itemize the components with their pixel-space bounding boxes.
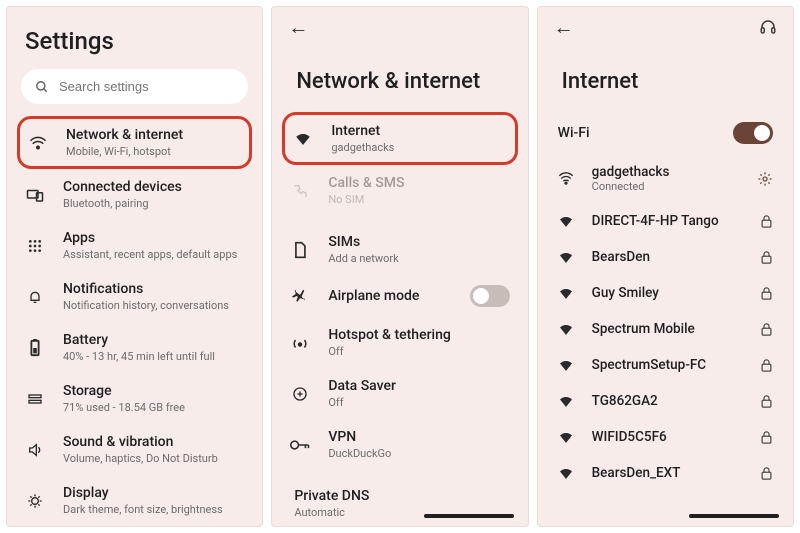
wifi-network-item[interactable]: Spectrum Mobile: [538, 311, 793, 347]
lock-icon: [760, 250, 773, 265]
lock-icon: [760, 214, 773, 229]
network-item-private-dns[interactable]: Private DNS Automatic: [272, 478, 527, 519]
settings-item-connected-devices[interactable]: Connected devices Bluetooth, pairing: [7, 169, 262, 220]
network-item-calls-sms: Calls & SMS No SIM: [272, 165, 527, 216]
network-item-vpn[interactable]: VPN DuckDuckGo: [272, 419, 527, 470]
adaptive-connectivity[interactable]: Adaptive connectivity: [272, 519, 527, 527]
wifi-network-list: DIRECT-4F-HP Tango BearsDen Guy Smiley Spec…: [538, 203, 793, 491]
gear-icon[interactable]: [757, 171, 773, 187]
apps-icon: [25, 238, 45, 254]
lock-icon: [760, 394, 773, 409]
wifi-icon: [558, 323, 576, 336]
lock-icon: [760, 286, 773, 301]
network-item-hotspot[interactable]: Hotspot & tethering Off: [272, 317, 527, 368]
wifi-network-item[interactable]: TG862GA2: [538, 383, 793, 419]
page-title: Settings: [7, 7, 262, 69]
wifi-icon: [558, 251, 576, 264]
wifi-network-name: DIRECT-4F-HP Tango: [592, 213, 719, 229]
wifi-network-name: SpectrumSetup-FC: [592, 357, 706, 373]
wifi-icon: [28, 136, 48, 150]
wifi-network-item[interactable]: SpectrumSetup-FC: [538, 347, 793, 383]
search-icon: [35, 80, 49, 94]
battery-icon: [25, 339, 45, 357]
search-input[interactable]: [59, 79, 234, 94]
wifi-icon: [558, 172, 576, 185]
settings-item-notifications[interactable]: Notifications Notification history, conv…: [7, 271, 262, 322]
network-item-airplane[interactable]: Airplane mode: [272, 275, 527, 317]
wifi-icon: [558, 359, 576, 372]
lock-icon: [760, 358, 773, 373]
devices-icon: [25, 188, 45, 202]
wifi-network-item[interactable]: DIRECT-4F-HP Tango: [538, 203, 793, 239]
back-button[interactable]: ←: [288, 15, 308, 40]
hotspot-icon: [290, 335, 310, 351]
wifi-network-item[interactable]: BearsDen_EXT: [538, 455, 793, 491]
phone-icon: [290, 183, 310, 199]
bell-icon: [25, 289, 45, 305]
scrollbar[interactable]: [689, 514, 779, 518]
airplane-icon: [290, 287, 310, 305]
settings-item-apps[interactable]: Apps Assistant, recent apps, default app…: [7, 220, 262, 271]
search-box[interactable]: [21, 69, 248, 104]
network-item-data-saver[interactable]: Data Saver Off: [272, 368, 527, 419]
wifi-network-name: Spectrum Mobile: [592, 321, 695, 337]
wifi-network-item[interactable]: BearsDen: [538, 239, 793, 275]
data-saver-icon: [290, 386, 310, 402]
wifi-network-name: TG862GA2: [592, 393, 658, 409]
lock-icon: [760, 466, 773, 481]
wifi-network-name: BearsDen_EXT: [592, 465, 681, 481]
wifi-master-toggle-row[interactable]: Wi-Fi: [538, 112, 793, 154]
sim-icon: [290, 241, 310, 259]
settings-item-storage[interactable]: Storage 71% used - 18.54 GB free: [7, 373, 262, 424]
airplane-toggle[interactable]: [470, 285, 510, 307]
display-icon: [25, 493, 45, 509]
item-title: Network & internet: [66, 127, 183, 143]
internet-pane: ← Internet Wi-Fi gadgethacks Connected D…: [537, 6, 794, 527]
back-button[interactable]: ←: [554, 15, 574, 40]
lock-icon: [760, 322, 773, 337]
wifi-network-name: WIFID5C5F6: [592, 429, 667, 445]
network-item-internet[interactable]: Internet gadgethacks: [282, 112, 517, 165]
wifi-network-name: BearsDen: [592, 249, 650, 265]
wifi-network-item[interactable]: WIFID5C5F6: [538, 419, 793, 455]
wifi-network-name: Guy Smiley: [592, 285, 659, 301]
network-item-sims[interactable]: SIMs Add a network: [272, 224, 527, 275]
wifi-icon: [558, 215, 576, 228]
wifi-icon: [558, 431, 576, 444]
page-title: Network & internet: [272, 47, 527, 112]
item-sub: Mobile, Wi-Fi, hotspot: [66, 145, 183, 158]
settings-item-battery[interactable]: Battery 40% - 13 hr, 45 min left until f…: [7, 322, 262, 373]
settings-item-display[interactable]: Display Dark theme, font size, brightnes…: [7, 475, 262, 526]
wifi-toggle[interactable]: [733, 122, 773, 144]
sound-icon: [25, 442, 45, 458]
help-icon[interactable]: [759, 18, 777, 36]
scrollbar[interactable]: [424, 514, 514, 518]
wifi-icon: [558, 287, 576, 300]
vpn-icon: [290, 439, 310, 451]
storage-icon: [25, 392, 45, 406]
page-title: Internet: [538, 47, 793, 112]
lock-icon: [760, 430, 773, 445]
wifi-icon: [558, 467, 576, 480]
wifi-icon: [558, 395, 576, 408]
settings-item-network[interactable]: Network & internet Mobile, Wi-Fi, hotspo…: [17, 116, 252, 169]
wifi-connected-network[interactable]: gadgethacks Connected: [538, 154, 793, 203]
wifi-network-item[interactable]: Guy Smiley: [538, 275, 793, 311]
wifi-icon: [293, 132, 313, 146]
network-pane: ← Network & internet Internet gadgethack…: [271, 6, 528, 527]
settings-pane: Settings Network & internet Mobile, Wi-F…: [6, 6, 263, 527]
settings-item-sound[interactable]: Sound & vibration Volume, haptics, Do No…: [7, 424, 262, 475]
